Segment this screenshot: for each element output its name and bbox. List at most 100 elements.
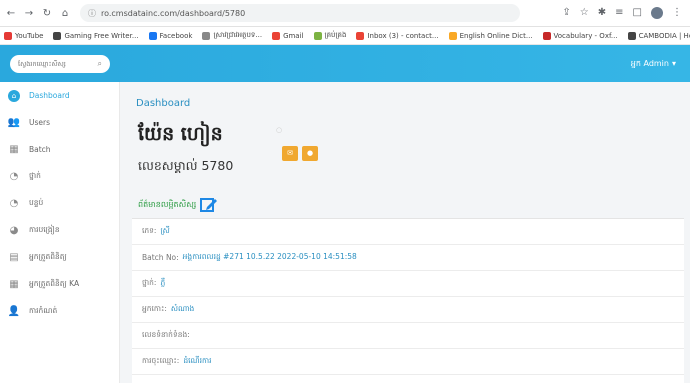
edit-icon[interactable] — [200, 196, 218, 213]
bookmark-item[interactable]: Vocabulary - Oxf... — [542, 31, 618, 40]
student-id-line: លេខសម្គាល់ 5780 — [138, 158, 234, 173]
forward-icon[interactable]: → — [22, 6, 36, 20]
main-content: Dashboard យ៉ែន ហៀន ○ ✉ ● លេខសម្គាល់ 5780… — [120, 82, 690, 383]
decorative-dot: ○ — [276, 126, 283, 134]
bookmark-item[interactable]: គ្រប់គ្រង — [313, 30, 347, 41]
search-input[interactable] — [18, 59, 88, 68]
sidebar-item-label: ការបង្រៀន — [29, 225, 60, 234]
detail-label: អ្នកកោះ: — [142, 304, 167, 313]
bookmark-label: Gaming Free Writer... — [64, 31, 139, 40]
detail-value: ស្រី — [160, 226, 170, 235]
extension-icon[interactable]: ✱ — [598, 7, 606, 19]
split-view-icon[interactable]: □ — [633, 7, 642, 19]
bookmark-label: Facebook — [159, 31, 193, 40]
bookmarks-bar: YouTube Gaming Free Writer... Facebook ស្រា… — [0, 27, 690, 45]
list-icon: ▤ — [9, 252, 19, 263]
message-button[interactable]: ✉ — [282, 146, 298, 161]
room-icon: ◔ — [9, 198, 19, 209]
sidebar-item-label: ការកំណត់ — [29, 306, 58, 315]
bookmark-favicon-icon — [542, 31, 551, 40]
bookmark-label: Vocabulary - Oxf... — [553, 31, 618, 40]
bookmark-label: English Online Dict... — [459, 31, 533, 40]
share-icon[interactable]: ⇪ — [562, 7, 570, 19]
sidebar-item[interactable]: ▦ អ្នកត្រួតពិនិត្យ KA — [0, 271, 119, 298]
profile-button[interactable]: ● — [302, 146, 318, 161]
bookmark-favicon-icon — [272, 31, 281, 40]
users-icon: 👥 — [7, 117, 21, 128]
section-title: ព័ត៌មានលម្អិតសិស្ស — [138, 196, 218, 213]
sidebar-item[interactable]: ◔ ថ្នាក់ — [0, 163, 119, 190]
person-icon: ● — [306, 149, 314, 157]
address-bar[interactable]: ⓘ ro.cmsdatainc.com/dashboard/5780 — [80, 4, 520, 22]
bookmark-item[interactable]: CAMBODIA | Home — [627, 31, 690, 40]
sidebar-item-label: Dashboard — [29, 91, 70, 100]
bookmark-favicon-icon — [313, 31, 322, 40]
detail-label: លេខទំនាក់ទំនង: — [142, 330, 190, 339]
back-icon[interactable]: ← — [4, 6, 18, 20]
bookmark-label: YouTube — [15, 31, 44, 40]
user-menu-label: អ្នក Admin — [630, 58, 669, 68]
sidebar-item[interactable]: ▤ អ្នកត្រួតពិនិត្យ — [0, 244, 119, 271]
sidebar: ⌂ Dashboard 👥 Users ▦ Batch ◔ ថ្នាក់ ◔ បន្ទប់ ◕ ការ… — [0, 82, 120, 383]
sidebar-item[interactable]: 👥 Users — [0, 109, 119, 136]
bookmark-item[interactable]: ស្រាវជ្រាវអត្ថបទ... — [202, 31, 262, 41]
home-icon[interactable]: ⌂ — [58, 6, 72, 20]
bookmark-item[interactable]: Inbox (3) - contact... — [356, 31, 439, 40]
detail-row: ការចុះឈ្មោះ: ដំណើរការ — [132, 349, 684, 375]
bookmark-favicon-icon — [448, 31, 457, 40]
bookmark-favicon-icon — [202, 31, 211, 40]
teaching-icon: ◕ — [9, 225, 19, 236]
bookmark-favicon-icon — [627, 31, 636, 40]
browser-actions: ⇪ ☆ ✱ ≡ □ ⋮ — [562, 7, 690, 19]
menu-kebab-icon[interactable]: ⋮ — [672, 7, 682, 19]
bookmark-favicon-icon — [148, 31, 157, 40]
bookmark-star-icon[interactable]: ☆ — [580, 7, 589, 19]
detail-value: សំណាង — [170, 304, 195, 313]
user-menu[interactable]: អ្នក Admin ▾ — [631, 58, 676, 70]
url-text: ro.cmsdatainc.com/dashboard/5780 — [101, 8, 246, 18]
sidebar-item[interactable]: ⌂ Dashboard — [0, 82, 119, 109]
reload-icon[interactable]: ↻ — [40, 6, 54, 20]
detail-value: ដំណើរការ — [183, 356, 212, 365]
sidebar-item[interactable]: ◔ បន្ទប់ — [0, 190, 119, 217]
dashboard-icon: ⌂ — [8, 89, 20, 102]
student-details-card: ភេទ: ស្រី Batch No: អង្គការពលរដ្ឋ #271 10.5… — [132, 218, 684, 383]
table-icon: ▦ — [9, 279, 19, 290]
bookmark-label: Gmail — [283, 31, 304, 40]
sidebar-item[interactable]: ◕ ការបង្រៀន — [0, 217, 119, 244]
search-box[interactable]: ⌕ — [10, 54, 110, 73]
bookmark-favicon-icon — [356, 31, 365, 40]
detail-label: ភេទ: — [142, 226, 157, 235]
detail-row: អ្នកកោះ: សំណាង — [132, 297, 684, 323]
detail-value: ភ្លឺ — [160, 278, 166, 287]
bookmark-item[interactable]: Facebook — [148, 31, 193, 40]
detail-row: Batch No: អង្គការពលរដ្ឋ #271 10.5.22 2022… — [132, 245, 684, 271]
sidebar-item-label: Users — [29, 118, 51, 127]
section-title-text: ព័ត៌មានលម្អិតសិស្ស — [138, 199, 197, 209]
bookmark-item[interactable]: YouTube — [4, 31, 44, 40]
bookmark-item[interactable]: Gaming Free Writer... — [53, 31, 139, 40]
bookmark-favicon-icon — [53, 31, 62, 40]
bookmark-item[interactable]: English Online Dict... — [448, 31, 533, 40]
message-icon: ✉ — [287, 149, 293, 157]
sidebar-item-label: បន្ទប់ — [29, 198, 44, 207]
bookmark-item[interactable]: Gmail — [272, 31, 304, 40]
sidebar-item-label: Batch — [29, 145, 51, 154]
reading-list-icon[interactable]: ≡ — [615, 7, 623, 19]
site-info-icon[interactable]: ⓘ — [88, 8, 96, 19]
bookmark-favicon-icon — [4, 31, 12, 40]
profile-avatar[interactable] — [651, 7, 663, 19]
sidebar-item[interactable]: 👤 ការកំណត់ — [0, 298, 119, 325]
person-icon: 👤 — [7, 306, 21, 317]
sidebar-item-label: អ្នកត្រួតពិនិត្យ — [29, 252, 67, 261]
chevron-down-icon: ▾ — [671, 59, 676, 68]
detail-label: ការចុះឈ្មោះ: — [142, 356, 180, 365]
search-icon[interactable]: ⌕ — [98, 59, 102, 69]
breadcrumb[interactable]: Dashboard — [136, 98, 190, 109]
student-name: យ៉ែន ហៀន — [138, 123, 223, 145]
bookmark-label: គ្រប់គ្រង — [324, 30, 347, 39]
sidebar-item[interactable]: ▦ Batch — [0, 136, 119, 163]
bookmark-label: ស្រាវជ្រាវអត្ថបទ... — [213, 30, 263, 39]
detail-label: Batch No: — [142, 253, 179, 262]
sidebar-item-label: អ្នកត្រួតពិនិត្យ KA — [29, 279, 80, 288]
